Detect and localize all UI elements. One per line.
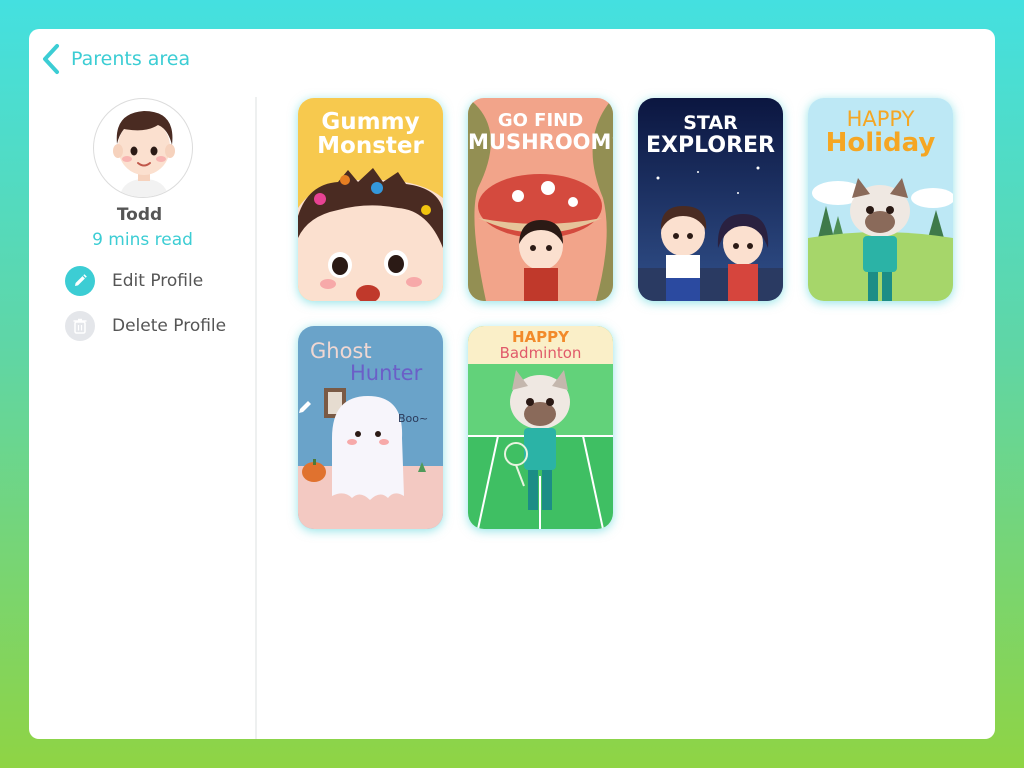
book-title-line2: Badminton [499, 343, 582, 362]
book-title-line2: EXPLORER [646, 132, 775, 158]
trash-icon [65, 311, 95, 341]
book-title: Gummy Monster [298, 110, 443, 158]
pencil-icon [299, 401, 311, 413]
book-title-line2: MUSHROOMS [468, 129, 613, 154]
book-title-extra: Boo~ [398, 412, 429, 425]
book-card-gummy-monster[interactable]: Gummy Monster [298, 98, 443, 301]
book-title-line2: Holiday [825, 128, 936, 159]
back-button[interactable]: Parents area [41, 43, 190, 75]
book-card-happy-holiday[interactable]: HAPPY Holiday [808, 98, 953, 301]
book-title: GO FIND MUSHROOMS [468, 110, 613, 154]
parents-area-panel: Parents area Todd 9 mins read Edit Profi… [29, 29, 995, 739]
edit-profile-button[interactable]: Edit Profile [65, 266, 203, 296]
book-title-line2: Hunter [350, 361, 423, 386]
book-title-line2: Monster [317, 133, 424, 160]
sidebar-divider [255, 97, 257, 739]
book-card-go-find-mushrooms[interactable]: GO FIND MUSHROOMS [468, 98, 613, 301]
reading-time: 9 mins read [92, 230, 193, 250]
book-title: HAPPY Holiday [808, 108, 953, 157]
pencil-icon [65, 266, 95, 296]
book-card-ghost-hunter[interactable]: Ghost Hunter Boo~ [298, 326, 443, 529]
book-title: Ghost Hunter [310, 340, 422, 384]
avatar[interactable] [93, 98, 193, 198]
book-title-line1: Ghost [310, 339, 372, 363]
chevron-left-icon [43, 44, 59, 74]
delete-profile-button[interactable]: Delete Profile [65, 311, 226, 341]
delete-profile-label: Delete Profile [112, 316, 227, 336]
book-title-line1: Gummy [321, 109, 420, 135]
book-title-line1: HAPPY [846, 107, 915, 131]
book-title-line1: STAR [683, 112, 738, 134]
avatar-illustration [113, 111, 175, 197]
book-title-line1: GO FIND [497, 110, 584, 131]
back-label: Parents area [71, 48, 191, 70]
book-card-happy-badminton[interactable]: HAPPY Badminton [468, 326, 613, 529]
profile-name: Todd [116, 205, 163, 225]
book-card-star-explorer[interactable]: STAR EXPLORER [638, 98, 783, 301]
book-title: STAR EXPLORER [638, 112, 783, 158]
profile-sidebar: Todd 9 mins read Edit Profile Delete Pro… [29, 97, 256, 739]
edit-profile-label: Edit Profile [112, 271, 204, 291]
book-title: HAPPY Badminton [468, 329, 613, 362]
